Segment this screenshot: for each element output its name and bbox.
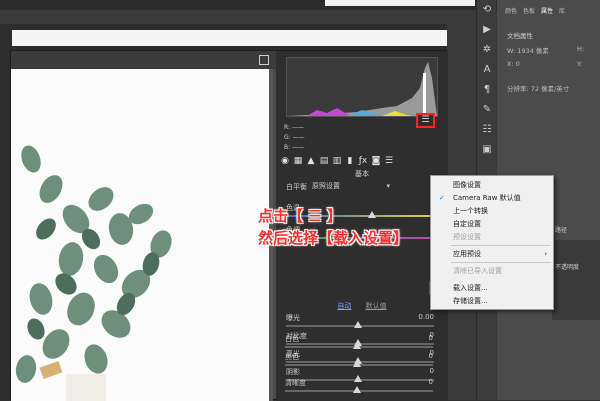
submenu-arrow-icon: › bbox=[544, 250, 547, 258]
slider-row-clarity: 清晰度 0 bbox=[283, 378, 439, 400]
camera-calibration-icon[interactable]: ◙ bbox=[371, 156, 381, 166]
panel-tabs: ◉ ▦ ▲ ▤ ▥ ▮ ƒx ◙ ☰ bbox=[280, 155, 430, 167]
menu-item-save-settings[interactable]: 存储设置... bbox=[431, 295, 553, 307]
brush-icon[interactable]: ✎ bbox=[477, 100, 497, 120]
menu-item-apply-preset[interactable]: 应用预设 › bbox=[431, 248, 553, 260]
tab-properties[interactable]: 属性 bbox=[541, 6, 553, 18]
lens-icon[interactable]: ▮ bbox=[345, 156, 355, 166]
slider-thumb[interactable] bbox=[354, 321, 362, 328]
tab-swatches[interactable]: 色板 bbox=[523, 6, 535, 18]
y-value: Y: bbox=[577, 60, 583, 68]
hsl-icon[interactable]: ▤ bbox=[319, 156, 329, 166]
menu-item-load-settings[interactable]: 载入设置... bbox=[431, 282, 553, 294]
slider-value: 0 bbox=[428, 334, 433, 342]
histogram bbox=[286, 57, 438, 117]
slider-thumb[interactable] bbox=[353, 386, 361, 393]
slider-thumb[interactable] bbox=[353, 342, 361, 349]
tutorial-annotation: 点击【 ☰ 】 然后选择【载入设置】 bbox=[258, 205, 458, 249]
resolution-value: 分辨率: 72 像素/英寸 bbox=[507, 85, 570, 93]
menu-item-clear-imported: 清除已导入设置 bbox=[453, 267, 502, 275]
detail-icon[interactable]: ▲ bbox=[306, 156, 316, 166]
auto-default-links: 自动 默认值 bbox=[276, 301, 448, 311]
settings-icon[interactable]: ✲ bbox=[477, 40, 497, 60]
checkmark-icon: ✓ bbox=[439, 194, 445, 202]
slider-row-blacks: 黑色 0 bbox=[283, 352, 439, 374]
adjust-icon[interactable]: ☷ bbox=[477, 120, 497, 140]
slider-value: 0 bbox=[428, 378, 433, 386]
annotation-line-2: 然后选择【载入设置】 bbox=[258, 229, 409, 247]
paths-tab[interactable]: 路径 bbox=[555, 225, 567, 234]
width-value: W: 1934 像素 bbox=[507, 47, 549, 55]
slider-value: 0.00 bbox=[418, 313, 434, 321]
layer-comp-icon[interactable]: ▣ bbox=[477, 140, 497, 160]
menu-separator bbox=[451, 262, 551, 263]
rgb-readout: R: —— G: —— B: —— bbox=[284, 123, 324, 153]
slider-value: 0 bbox=[428, 352, 433, 360]
play-icon[interactable]: ▶ bbox=[477, 20, 497, 40]
white-balance-select[interactable]: 原照设置 bbox=[312, 181, 392, 192]
eucalyptus-photo bbox=[11, 69, 273, 401]
r-value: R: —— bbox=[284, 124, 304, 131]
menu-item-image-settings[interactable]: 图像设置 bbox=[431, 179, 553, 191]
x-value: X: 0 bbox=[507, 60, 520, 68]
white-balance-row: 白平衡 原照设置 bbox=[284, 181, 440, 193]
white-balance-label: 白平衡 bbox=[286, 183, 307, 191]
type-icon[interactable]: A bbox=[477, 60, 497, 80]
tone-curve-icon[interactable]: ▦ bbox=[293, 156, 303, 166]
menu-item-camera-raw-defaults[interactable]: ✓ Camera Raw 默认值 bbox=[431, 192, 553, 204]
presets-icon[interactable]: ☰ bbox=[384, 156, 394, 166]
slider-label: 清晰度 bbox=[285, 379, 306, 387]
slider-thumb[interactable] bbox=[353, 360, 361, 367]
annotation-line-1: 点击【 ☰ 】 bbox=[258, 207, 342, 225]
effects-icon[interactable]: ƒx bbox=[358, 156, 368, 166]
height-value: H: bbox=[577, 45, 585, 53]
history-icon[interactable]: ⟲ bbox=[477, 0, 497, 20]
menu-separator bbox=[451, 245, 551, 246]
auto-link[interactable]: 自动 bbox=[337, 302, 351, 310]
paragraph-icon[interactable]: ¶ bbox=[477, 80, 497, 100]
b-value: B: —— bbox=[284, 144, 305, 151]
layers-panel bbox=[552, 240, 600, 320]
slider-label: 曝光 bbox=[286, 314, 300, 322]
g-value: G: —— bbox=[284, 134, 305, 141]
default-link[interactable]: 默认值 bbox=[366, 302, 387, 310]
basic-tab-icon[interactable]: ◉ bbox=[280, 156, 290, 166]
properties-tabs: 颜色 色板 属性 库 bbox=[497, 6, 600, 18]
panel-title: 基本 bbox=[355, 170, 369, 178]
fullscreen-icon[interactable] bbox=[259, 55, 269, 65]
image-preview bbox=[11, 69, 273, 401]
slider-label: 白色 bbox=[285, 335, 299, 343]
opacity-label: 不透明度 bbox=[555, 264, 580, 271]
tab-color[interactable]: 颜色 bbox=[505, 6, 517, 18]
slider-label: 黑色 bbox=[285, 353, 299, 361]
document-properties-title: 文档属性 bbox=[507, 32, 533, 40]
split-toning-icon[interactable]: ▥ bbox=[332, 156, 342, 166]
panel-menu-button[interactable]: ☰ bbox=[416, 113, 435, 128]
tab-library[interactable]: 库 bbox=[559, 6, 565, 18]
